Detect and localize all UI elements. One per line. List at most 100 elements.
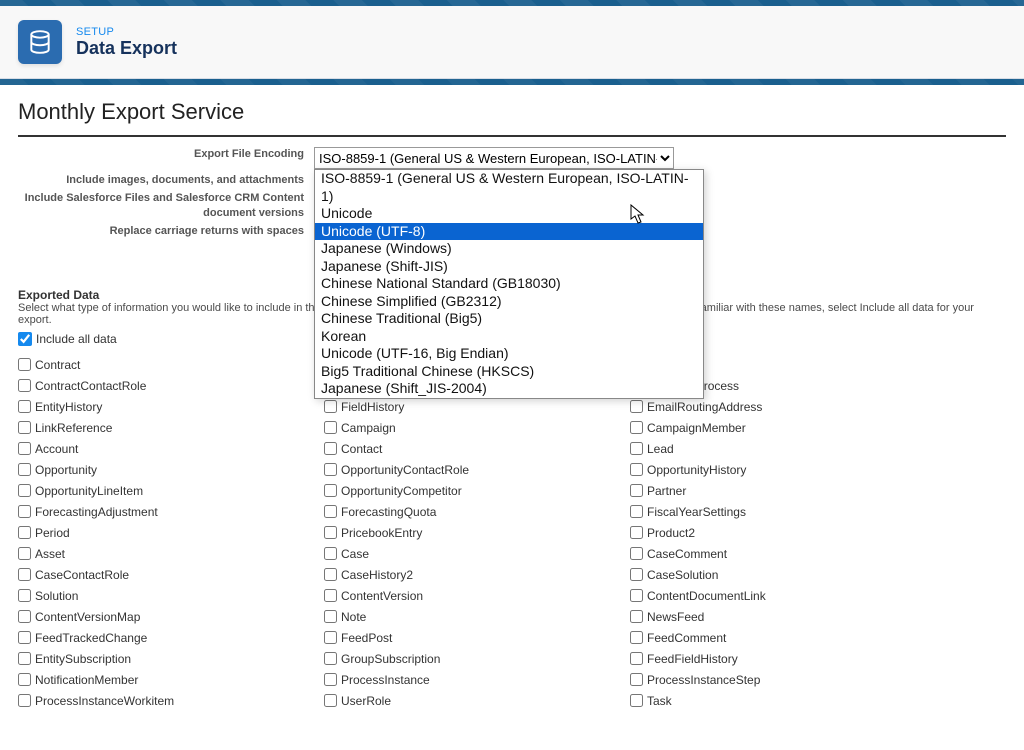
object-checkbox-item[interactable]: Asset [18, 543, 324, 564]
object-checkbox[interactable] [18, 421, 31, 434]
object-checkbox-item[interactable]: Note [324, 606, 630, 627]
encoding-dropdown-listbox[interactable]: ISO-8859-1 (General US & Western Europea… [314, 169, 704, 399]
object-checkbox-item[interactable]: FiscalYearSettings [630, 501, 936, 522]
object-checkbox[interactable] [18, 379, 31, 392]
object-checkbox-item[interactable]: CaseHistory2 [324, 564, 630, 585]
object-checkbox[interactable] [18, 463, 31, 476]
object-checkbox-item[interactable]: Product2 [630, 522, 936, 543]
encoding-option[interactable]: ISO-8859-1 (General US & Western Europea… [315, 170, 703, 205]
object-checkbox-item[interactable]: FeedComment [630, 627, 936, 648]
encoding-option[interactable]: Korean [315, 328, 703, 346]
object-checkbox-item[interactable]: OpportunityHistory [630, 459, 936, 480]
object-checkbox[interactable] [630, 694, 643, 707]
object-checkbox-item[interactable]: LinkReference [18, 417, 324, 438]
object-checkbox[interactable] [630, 547, 643, 560]
object-checkbox[interactable] [324, 568, 337, 581]
object-checkbox[interactable] [18, 400, 31, 413]
object-checkbox[interactable] [630, 568, 643, 581]
object-checkbox-item[interactable]: Partner [630, 480, 936, 501]
encoding-option[interactable]: Chinese Simplified (GB2312) [315, 293, 703, 311]
object-checkbox-item[interactable]: NewsFeed [630, 606, 936, 627]
object-checkbox-item[interactable]: Period [18, 522, 324, 543]
object-checkbox-item[interactable]: CampaignMember [630, 417, 936, 438]
object-checkbox[interactable] [18, 673, 31, 686]
object-checkbox[interactable] [324, 652, 337, 665]
object-checkbox-item[interactable]: Account [18, 438, 324, 459]
object-checkbox-item[interactable]: ContentDocumentLink [630, 585, 936, 606]
object-checkbox-item[interactable]: OpportunityCompetitor [324, 480, 630, 501]
object-checkbox[interactable] [630, 610, 643, 623]
object-checkbox[interactable] [324, 442, 337, 455]
object-checkbox[interactable] [324, 421, 337, 434]
object-checkbox[interactable] [18, 547, 31, 560]
object-checkbox[interactable] [630, 421, 643, 434]
object-checkbox[interactable] [630, 442, 643, 455]
encoding-select[interactable]: ISO-8859-1 (General US & Western Europea… [314, 147, 674, 169]
object-checkbox-item[interactable]: OpportunityContactRole [324, 459, 630, 480]
object-checkbox-item[interactable]: Lead [630, 438, 936, 459]
object-checkbox[interactable] [324, 589, 337, 602]
object-checkbox[interactable] [630, 526, 643, 539]
object-checkbox[interactable] [324, 610, 337, 623]
object-checkbox[interactable] [630, 673, 643, 686]
encoding-option[interactable]: Chinese National Standard (GB18030) [315, 275, 703, 293]
object-checkbox[interactable] [630, 505, 643, 518]
object-checkbox-item[interactable]: OpportunityLineItem [18, 480, 324, 501]
object-checkbox-item[interactable]: EntityHistory [18, 396, 324, 417]
object-checkbox[interactable] [324, 694, 337, 707]
encoding-option[interactable]: Unicode [315, 205, 703, 223]
object-checkbox[interactable] [18, 442, 31, 455]
object-checkbox[interactable] [630, 463, 643, 476]
encoding-option[interactable]: Japanese (Shift-JIS) [315, 258, 703, 276]
object-checkbox-item[interactable]: ForecastingQuota [324, 501, 630, 522]
object-checkbox[interactable] [18, 526, 31, 539]
object-checkbox-item[interactable]: FeedFieldHistory [630, 648, 936, 669]
object-checkbox[interactable] [18, 694, 31, 707]
object-checkbox-item[interactable]: Campaign [324, 417, 630, 438]
object-checkbox-item[interactable]: Contact [324, 438, 630, 459]
object-checkbox-item[interactable]: FeedPost [324, 627, 630, 648]
object-checkbox-item[interactable]: ForecastingAdjustment [18, 501, 324, 522]
object-checkbox[interactable] [324, 484, 337, 497]
include-all-input[interactable] [18, 332, 32, 346]
object-checkbox[interactable] [18, 358, 31, 371]
object-checkbox[interactable] [630, 484, 643, 497]
object-checkbox[interactable] [18, 589, 31, 602]
object-checkbox-item[interactable]: CaseContactRole [18, 564, 324, 585]
object-checkbox[interactable] [630, 631, 643, 644]
object-checkbox[interactable] [324, 505, 337, 518]
object-checkbox[interactable] [18, 484, 31, 497]
object-checkbox-item[interactable]: CaseSolution [630, 564, 936, 585]
object-checkbox-item[interactable]: ContentVersionMap [18, 606, 324, 627]
object-checkbox[interactable] [324, 400, 337, 413]
object-checkbox[interactable] [324, 631, 337, 644]
object-checkbox-item[interactable]: Task [630, 690, 936, 711]
object-checkbox[interactable] [18, 631, 31, 644]
object-checkbox[interactable] [324, 526, 337, 539]
object-checkbox-item[interactable]: ContractContactRole [18, 375, 324, 396]
object-checkbox[interactable] [18, 610, 31, 623]
object-checkbox-item[interactable]: Case [324, 543, 630, 564]
object-checkbox-item[interactable]: EntitySubscription [18, 648, 324, 669]
object-checkbox-item[interactable]: NotificationMember [18, 669, 324, 690]
object-checkbox-item[interactable]: PricebookEntry [324, 522, 630, 543]
object-checkbox-item[interactable]: ProcessInstance [324, 669, 630, 690]
encoding-option[interactable]: Big5 Traditional Chinese (HKSCS) [315, 363, 703, 381]
object-checkbox[interactable] [324, 547, 337, 560]
object-checkbox[interactable] [630, 400, 643, 413]
object-checkbox-item[interactable]: Opportunity [18, 459, 324, 480]
object-checkbox-item[interactable]: GroupSubscription [324, 648, 630, 669]
object-checkbox[interactable] [324, 463, 337, 476]
encoding-option[interactable]: Chinese Traditional (Big5) [315, 310, 703, 328]
encoding-option[interactable]: Japanese (Shift_JIS-2004) [315, 380, 703, 398]
object-checkbox[interactable] [324, 673, 337, 686]
object-checkbox[interactable] [18, 568, 31, 581]
object-checkbox-item[interactable]: ProcessInstanceWorkitem [18, 690, 324, 711]
encoding-option[interactable]: Unicode (UTF-16, Big Endian) [315, 345, 703, 363]
object-checkbox-item[interactable]: Contract [18, 354, 324, 375]
object-checkbox[interactable] [630, 589, 643, 602]
encoding-option[interactable]: Unicode (UTF-8) [315, 223, 703, 241]
object-checkbox[interactable] [18, 505, 31, 518]
object-checkbox-item[interactable]: ContentVersion [324, 585, 630, 606]
object-checkbox-item[interactable]: CaseComment [630, 543, 936, 564]
